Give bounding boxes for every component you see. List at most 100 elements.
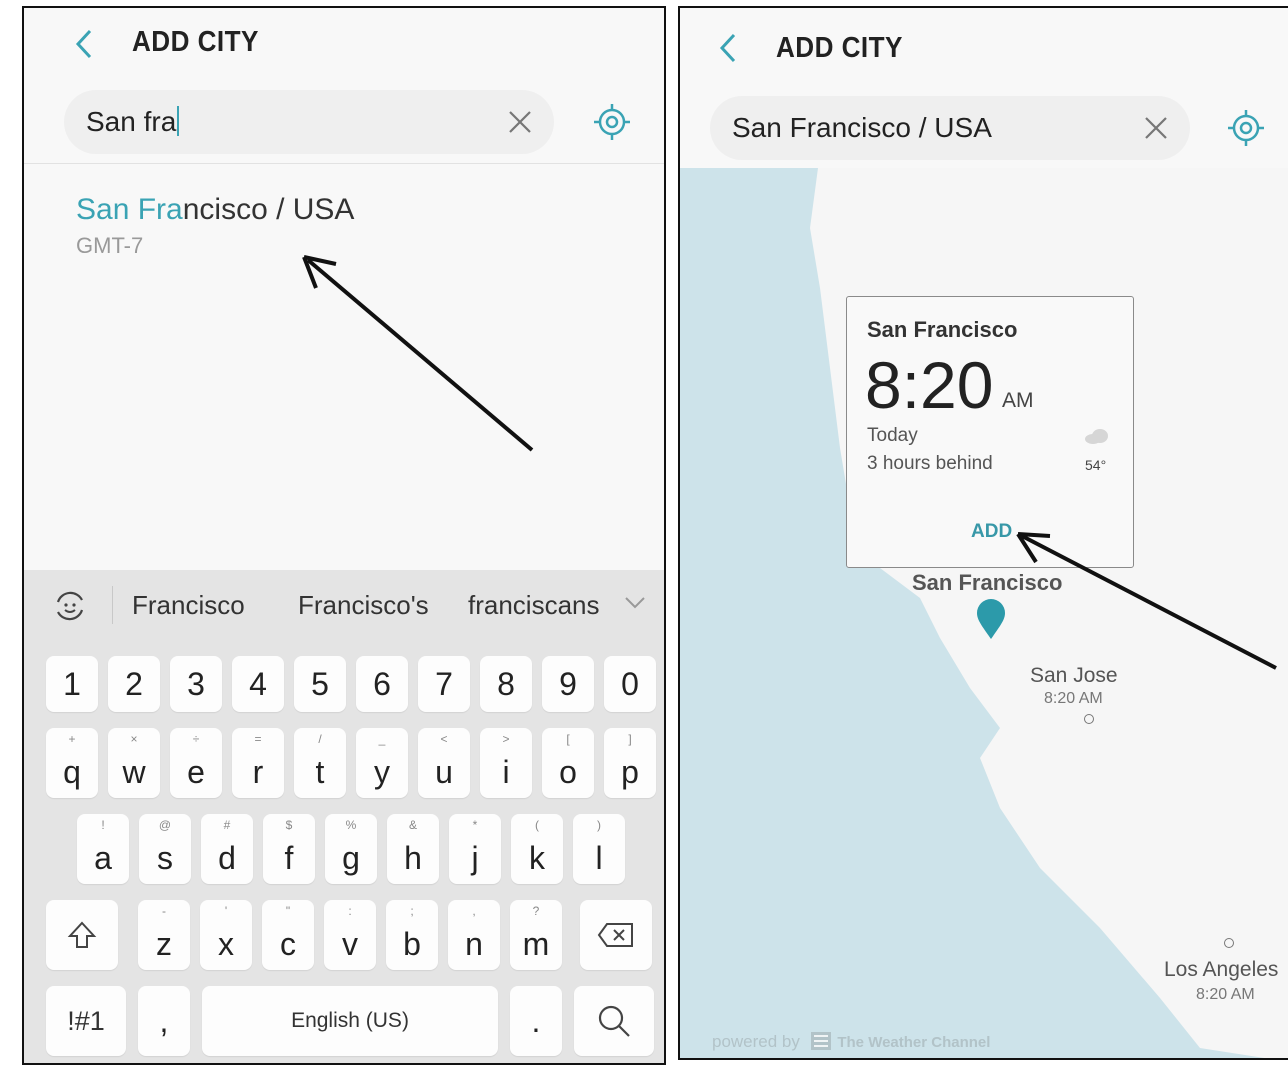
key-z[interactable]: -z [138, 900, 190, 970]
add-city-button[interactable]: ADD [971, 521, 1012, 543]
key-label: w [122, 753, 146, 790]
key-label: o [559, 753, 577, 790]
suggestion-item[interactable]: Francisco's [298, 590, 429, 621]
key-label: f [284, 839, 294, 876]
search-input[interactable]: San Francisco / USA [732, 112, 992, 144]
key-o[interactable]: [o [542, 728, 594, 798]
map-screen: ADD CITY San Francisco / USA San Francis… [678, 6, 1288, 1060]
key-hint: ÷ [192, 732, 200, 746]
map-label-los-angeles: Los Angeles [1164, 958, 1279, 981]
header-divider [24, 163, 664, 164]
key-d[interactable]: # d [201, 814, 253, 884]
key-c[interactable]: " c [262, 900, 314, 970]
key-m[interactable]: ? m [510, 900, 562, 970]
key-hint: ! [101, 818, 105, 832]
key-f[interactable]: $ f [263, 814, 315, 884]
expand-suggestions-button[interactable] [624, 596, 646, 615]
key-hint: * [472, 818, 478, 832]
clear-button[interactable] [1136, 108, 1176, 148]
key-r[interactable]: = r [232, 728, 284, 798]
key-label: d [218, 839, 236, 876]
key-label: !#1 [67, 1005, 105, 1036]
key-i[interactable]: > i [480, 728, 532, 798]
map-pin-icon[interactable] [976, 598, 1006, 645]
key-hint: ? [532, 904, 540, 918]
key-5[interactable]: 5 [294, 656, 346, 712]
key-3[interactable]: 3 [170, 656, 222, 712]
key-p[interactable]: ] p [604, 728, 656, 798]
suggestion-item[interactable]: Francisco [132, 590, 245, 621]
comma-key[interactable]: , [138, 986, 190, 1056]
search-key[interactable] [574, 986, 654, 1056]
key-a[interactable]: ! a [77, 814, 129, 884]
current-location-button[interactable] [590, 100, 634, 144]
key-hint: - [162, 904, 166, 918]
key-label: g [342, 839, 360, 876]
key-6[interactable]: 6 [356, 656, 408, 712]
chevron-left-icon [75, 29, 92, 59]
key-hint: + [68, 732, 76, 746]
current-location-button[interactable] [1224, 106, 1268, 150]
search-input[interactable]: San fra [86, 106, 180, 138]
key-hint: # [223, 818, 231, 832]
emoji-toggle-button[interactable] [52, 588, 88, 629]
back-button[interactable] [64, 24, 104, 64]
key-t[interactable]: / t [294, 728, 346, 798]
backspace-key[interactable] [580, 900, 652, 970]
key-y[interactable]: _ y [356, 728, 408, 798]
page-title: ADD CITY [776, 32, 903, 64]
key-label: 4 [249, 665, 267, 702]
key-hint: , [472, 904, 476, 918]
key-label: n [465, 925, 483, 962]
key-l[interactable]: ) l [573, 814, 625, 884]
key-n[interactable]: ,n [448, 900, 500, 970]
key-label: t [315, 753, 325, 790]
back-button[interactable] [708, 28, 748, 68]
key-w[interactable]: × w [108, 728, 160, 798]
search-field[interactable]: San fra [64, 90, 554, 154]
key-hint: ' [224, 904, 228, 918]
key-b[interactable]: ; b [386, 900, 438, 970]
attribution-brand: The Weather Channel [837, 1034, 991, 1051]
key-label: q [63, 753, 81, 790]
key-label: 5 [311, 665, 329, 702]
clear-button[interactable] [500, 102, 540, 142]
key-x[interactable]: ' x [200, 900, 252, 970]
key-7[interactable]: 7 [418, 656, 470, 712]
key-label: b [403, 925, 421, 962]
map-label-los-angeles-time: 8:20 AM [1196, 986, 1255, 1003]
shift-key[interactable] [46, 900, 118, 970]
key-0[interactable]: 0 [604, 656, 656, 712]
key-2[interactable]: 2 [108, 656, 160, 712]
key-g[interactable]: % g [325, 814, 377, 884]
key-9[interactable]: 9 [542, 656, 594, 712]
key-label: y [374, 753, 390, 790]
key-j[interactable]: * j [449, 814, 501, 884]
search-field[interactable]: San Francisco / USA [710, 96, 1190, 160]
map-marker-icon[interactable] [1224, 938, 1234, 948]
key-k[interactable]: (k [511, 814, 563, 884]
period-key[interactable]: . [510, 986, 562, 1056]
key-4[interactable]: 4 [232, 656, 284, 712]
search-icon [598, 1005, 630, 1037]
key-s[interactable]: @ s [139, 814, 191, 884]
space-key[interactable]: English (US) [202, 986, 498, 1056]
key-h[interactable]: & h [387, 814, 439, 884]
key-8[interactable]: 8 [480, 656, 532, 712]
suggestion-item[interactable]: franciscans [468, 590, 600, 621]
key-v[interactable]: :v [324, 900, 376, 970]
key-1[interactable]: 1 [46, 656, 98, 712]
key-label: h [404, 839, 422, 876]
card-time-difference: 3 hours behind [867, 453, 993, 474]
suggestion-divider [112, 586, 113, 624]
map-marker-icon[interactable] [1084, 714, 1094, 724]
key-q[interactable]: + q [46, 728, 98, 798]
symbols-key[interactable]: !#1 [46, 986, 126, 1056]
chevron-down-icon [625, 597, 645, 609]
key-label: l [595, 839, 603, 876]
keyboard: Francisco Francisco's franciscans 1 2 3 4 5 6… [24, 570, 664, 1063]
key-e[interactable]: ÷ e [170, 728, 222, 798]
key-label: k [529, 839, 545, 876]
key-u[interactable]: < u [418, 728, 470, 798]
key-hint: _ [378, 732, 386, 746]
